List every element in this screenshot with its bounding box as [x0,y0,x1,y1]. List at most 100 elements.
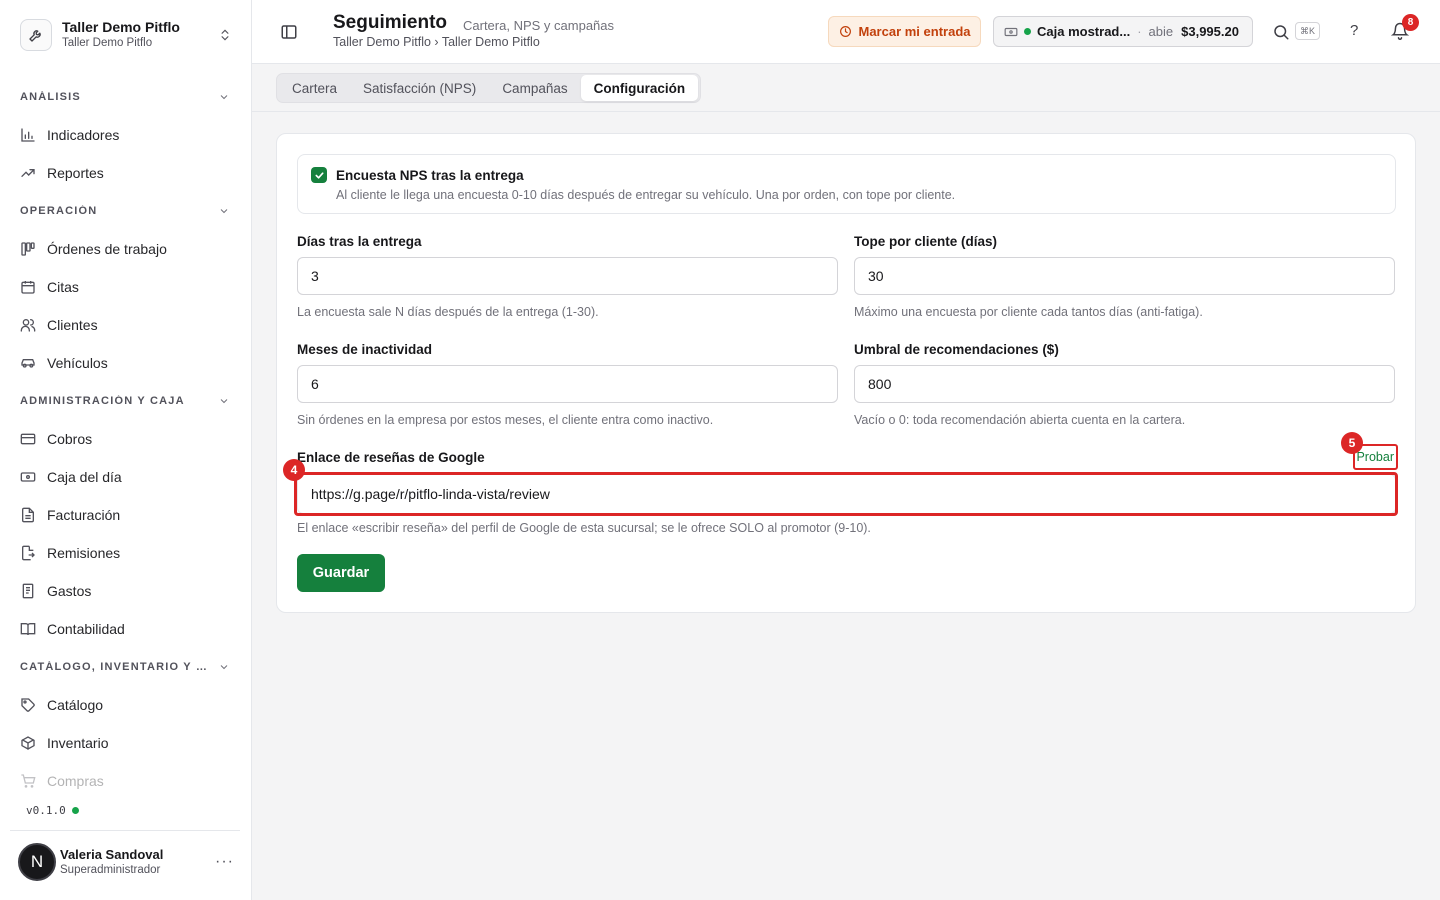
separator: · [1137,24,1142,39]
chevron-down-icon [220,209,228,214]
sidebar-item-compras[interactable]: Compras [0,762,252,790]
receipt-icon [22,583,34,599]
tab-campanas[interactable]: Campañas [489,75,580,101]
sidebar-item-label: Cobros [47,431,93,447]
section-title: OPERACIÓN [20,205,98,217]
top-header: Seguimiento Cartera, NPS y campañas Tall… [252,0,1440,64]
sidebar-item-remisiones[interactable]: Remisiones [0,534,252,572]
sidebar-item-label: Citas [47,279,79,295]
nps-toggle-box: Encuesta NPS tras la entrega Al cliente … [297,154,1396,214]
sidebar-item-label: Órdenes de trabajo [47,241,167,257]
chevron-down-icon [220,665,228,670]
nps-description: Al cliente le llega una encuesta 0-10 dí… [336,188,956,202]
section-analisis[interactable]: ANÁLISIS [0,78,252,116]
sidebar-item-label: Indicadores [47,127,120,143]
section-administracion[interactable]: ADMINISTRACIÓN Y CAJA [0,382,252,420]
sidebar-item-gastos[interactable]: Gastos [0,572,252,610]
sidebar-nav: ANÁLISIS Indicadores Reportes OPERACIÓN … [0,78,252,790]
cash-register-selector[interactable]: Caja mostrad... · abie $3,995.20 [993,16,1253,47]
more-horizontal-icon[interactable]: ··· [215,853,234,871]
breadcrumb: Taller Demo Pitflo › Taller Demo Pitflo [333,35,540,49]
sidebar-item-catalogo[interactable]: Catálogo [0,686,252,724]
tag-icon [21,698,35,712]
sidebar-item-clientes[interactable]: Clientes [0,306,252,344]
cap-hint: Máximo una encuesta por cliente cada tan… [854,305,1203,319]
inactive-input[interactable]: 6 [297,365,838,403]
sidebar-item-label: Contabilidad [47,621,125,637]
package-icon [21,736,35,750]
clock-in-label: Marcar mi entrada [858,24,971,39]
sidebar-item-vehiculos[interactable]: Vehículos [0,344,252,382]
org-switcher[interactable]: Taller Demo Pitflo Taller Demo Pitflo [10,10,242,60]
nps-title: Encuesta NPS tras la entrega [336,168,524,183]
sidebar-item-indicadores[interactable]: Indicadores [0,116,252,154]
sidebar-item-label: Caja del día [47,469,122,485]
clock-icon [839,26,851,37]
sidebar-item-label: Facturación [47,507,121,523]
shopping-cart-icon [21,774,36,788]
notification-badge: 8 [1402,14,1419,31]
sidebar-item-reportes[interactable]: Reportes [0,154,252,192]
sidebar-item-label: Vehículos [47,355,108,371]
sidebar-item-inventario[interactable]: Inventario [0,724,252,762]
version-indicator: v0.1.0 [26,804,79,817]
sidebar-item-citas[interactable]: Citas [0,268,252,306]
tabs: Cartera Satisfacción (NPS) Campañas Conf… [276,73,702,103]
threshold-input[interactable]: 800 [854,365,1395,403]
check-icon [314,171,324,179]
kanban-icon [21,242,35,256]
sidebar-item-caja[interactable]: Caja del día [0,458,252,496]
sidebar-item-cobros[interactable]: Cobros [0,420,252,458]
tab-cartera[interactable]: Cartera [279,75,350,101]
sidebar-item-label: Remisiones [47,545,121,561]
google-label: Enlace de reseñas de Google [297,450,485,465]
avatar: N [18,843,56,881]
user-role: Superadministrador [60,864,161,876]
tab-configuracion[interactable]: Configuración [580,75,699,101]
user-menu[interactable]: N Valeria Sandoval Superadministrador ··… [18,841,240,883]
section-title: CATÁLOGO, INVENTARIO Y CO... [20,661,210,673]
sidebar-item-ordenes[interactable]: Órdenes de trabajo [0,230,252,268]
bar-chart-icon [21,128,35,142]
chevrons-up-down-icon [221,29,229,41]
cap-input[interactable]: 30 [854,257,1395,295]
page-subtitle: Cartera, NPS y campañas [463,18,615,33]
trending-up-icon [21,169,35,177]
settings-card: Encuesta NPS tras la entrega Al cliente … [276,133,1416,613]
search-icon[interactable] [1272,23,1290,41]
section-operacion[interactable]: OPERACIÓN [0,192,252,230]
sidebar-item-label: Inventario [47,735,109,751]
annotation-marker: 4 [283,459,305,481]
version-text: v0.1.0 [26,804,66,817]
status-dot [71,807,79,814]
section-catalogo[interactable]: CATÁLOGO, INVENTARIO Y CO... [0,648,252,686]
calendar-icon [21,281,35,294]
sidebar-item-label: Clientes [47,317,98,333]
annotation-marker: 5 [1341,432,1363,454]
clock-in-button[interactable]: Marcar mi entrada [828,16,981,47]
wrench-icon [20,19,52,51]
days-input[interactable]: 3 [297,257,838,295]
save-button[interactable]: Guardar [297,554,385,592]
divider [10,830,240,831]
days-label: Días tras la entrega [297,234,422,249]
help-button[interactable]: ? [1350,22,1358,39]
sidebar-toggle-icon[interactable] [280,23,298,41]
sidebar-item-contabilidad[interactable]: Contabilidad [0,610,252,648]
register-amount: $3,995.20 [1181,24,1239,39]
chevron-down-icon [220,95,228,100]
section-title: ANÁLISIS [20,91,81,103]
chevron-down-icon [220,399,228,404]
file-text-icon [22,507,34,523]
section-title: ADMINISTRACIÓN Y CAJA [20,395,185,407]
banknote-icon [1004,27,1018,36]
tab-satisfaccion[interactable]: Satisfacción (NPS) [350,75,489,101]
nps-checkbox[interactable] [311,167,327,183]
register-state: abie [1148,24,1174,39]
threshold-hint: Vacío o 0: toda recomendación abierta cu… [854,413,1186,427]
book-open-icon [20,623,36,636]
sidebar-item-label: Compras [47,773,104,789]
shortcut-hint: ⌘K [1295,22,1320,40]
sidebar-item-facturacion[interactable]: Facturación [0,496,252,534]
cap-label: Tope por cliente (días) [854,234,998,249]
